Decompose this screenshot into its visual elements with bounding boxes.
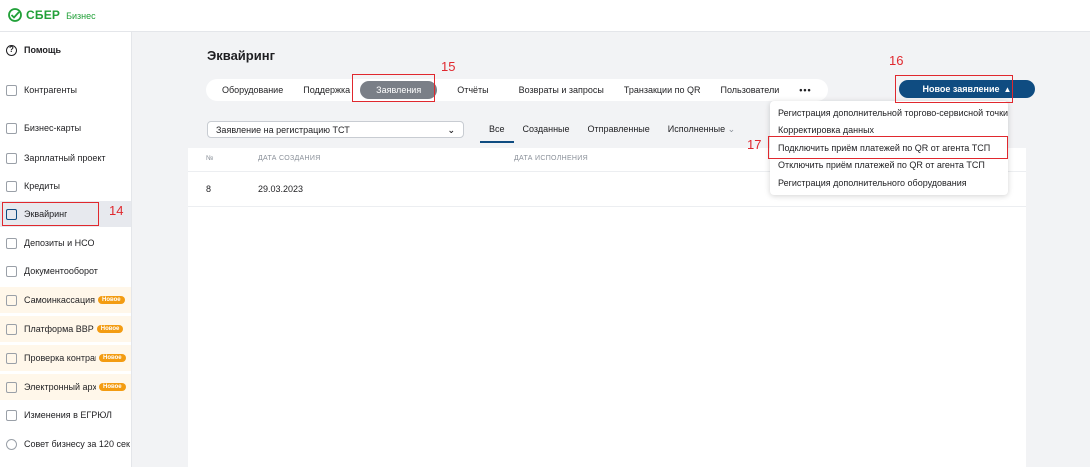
sidebar-item-archive[interactable]: Электронный архи Новое	[0, 374, 131, 400]
brand-name: СБЕР	[26, 8, 61, 22]
filter-all[interactable]: Все	[480, 124, 514, 143]
tab-equipment[interactable]: Оборудование	[212, 81, 293, 99]
sidebar-item-credits[interactable]: Кредиты	[0, 173, 131, 199]
annotation-box-acquiring	[2, 202, 99, 226]
page-title: Эквайринг	[207, 48, 275, 63]
platform-icon	[6, 323, 17, 335]
tab-users[interactable]: Пользователи	[711, 81, 790, 99]
sidebar-item-label: Кредиты	[24, 181, 60, 191]
sidebar-item-label: Бизнес-карты	[24, 123, 82, 133]
sidebar-item-advice[interactable]: Совет бизнесу за 120 сек	[0, 431, 131, 457]
sidebar-item-self-collection[interactable]: Самоинкассация Новое	[0, 287, 131, 313]
column-header-number: №	[206, 155, 214, 162]
menu-item-correct-data[interactable]: Корректировка данных	[778, 125, 874, 135]
application-type-select[interactable]: Заявление на регистрацию ТСТ ⌄	[207, 121, 464, 138]
tab-support[interactable]: Поддержка	[293, 81, 360, 99]
applications-table: № ДАТА СОЗДАНИЯ ДАТА ИСПОЛНЕНИЯ 8 29.03.…	[188, 148, 1026, 467]
registry-icon	[6, 409, 17, 421]
new-badge: Новое	[98, 296, 125, 304]
sidebar-item-business-cards[interactable]: Бизнес-карты	[0, 115, 131, 141]
tab-qr-transactions[interactable]: Транзакции по QR	[614, 81, 711, 99]
sidebar-item-label: Совет бизнесу за 120 сек	[24, 439, 130, 449]
sidebar-item-platform[interactable]: Платформа ВВР Новое	[0, 316, 131, 342]
tab-reports[interactable]: Отчёты	[437, 81, 498, 99]
row-created-date: 29.03.2023	[258, 184, 304, 194]
new-badge: Новое	[96, 325, 124, 333]
salary-icon	[6, 152, 17, 164]
filter-sent[interactable]: Отправленные	[579, 124, 659, 143]
contacts-icon	[6, 84, 17, 96]
sidebar-item-label: Проверка контраг	[24, 353, 96, 363]
sidebar-item-documents[interactable]: Документооборот	[0, 258, 131, 284]
help-circle-icon	[6, 44, 17, 56]
cloud-icon	[6, 381, 17, 393]
brand-sub: Бизнес	[66, 11, 96, 21]
deposit-icon	[6, 237, 17, 249]
section-tabs: Оборудование Поддержка Заявления Отчёты …	[206, 79, 828, 101]
sidebar-item-label: Контрагенты	[24, 85, 78, 95]
sidebar-item-label: Зарплатный проект	[24, 153, 106, 163]
filter-completed-label: Исполненные	[667, 124, 726, 134]
sidebar-item-label: Документооборот	[24, 266, 98, 276]
sidebar-item-label: Депозиты и НСО	[24, 238, 95, 248]
sidebar-item-salary[interactable]: Зарплатный проект	[0, 145, 131, 171]
sidebar-item-deposits[interactable]: Депозиты и НСО	[0, 230, 131, 256]
brand-logo[interactable]: СБЕР Бизнес	[8, 8, 96, 22]
chevron-down-icon: ⌄	[447, 125, 455, 135]
more-tabs-button[interactable]: •••	[789, 81, 821, 99]
menu-item-register-equipment[interactable]: Регистрация дополнительного оборудования	[778, 178, 967, 188]
column-header-completed: ДАТА ИСПОЛНЕНИЯ	[514, 155, 588, 162]
column-header-created: ДАТА СОЗДАНИЯ	[258, 155, 321, 162]
document-icon	[6, 265, 17, 277]
new-badge: Новое	[99, 383, 126, 391]
sidebar-item-label: Изменения в ЕГРЮЛ	[24, 410, 112, 420]
card-icon	[6, 122, 17, 134]
filter-completed[interactable]: Исполненные ⌄	[659, 124, 744, 143]
tab-returns[interactable]: Возвраты и запросы	[499, 81, 614, 99]
check-icon	[6, 352, 17, 364]
sidebar-item-counterparties[interactable]: Контрагенты	[0, 77, 131, 103]
cash-icon	[6, 294, 17, 306]
menu-item-disable-qr[interactable]: Отключить приём платежей по QR от агента…	[778, 160, 985, 170]
clock-icon	[6, 438, 17, 450]
sidebar: Помощь Контрагенты Бизнес-карты Зарплатн…	[0, 32, 132, 467]
sidebar-item-help[interactable]: Помощь	[0, 37, 131, 63]
top-bar: СБЕР Бизнес	[0, 0, 1090, 32]
row-number: 8	[206, 184, 212, 194]
status-filters: Все Созданные Отправленные Исполненные ⌄	[480, 124, 744, 143]
sber-logo-icon	[8, 8, 22, 22]
chevron-down-icon: ⌄	[727, 124, 736, 134]
sidebar-item-label: Помощь	[24, 45, 62, 55]
annotation-box-new-button	[895, 75, 1013, 103]
annotation-box-applications-tab	[352, 74, 435, 102]
sidebar-item-label: Электронный архи	[24, 382, 96, 392]
annotation-number-16: 16	[889, 53, 904, 68]
application-type-value: Заявление на регистрацию ТСТ	[216, 124, 350, 135]
sidebar-item-check[interactable]: Проверка контраг Новое	[0, 345, 131, 371]
annotation-box-enable-qr	[768, 136, 1008, 159]
annotation-number-14: 14	[109, 203, 124, 218]
annotation-number-15: 15	[441, 59, 456, 74]
sidebar-item-label: Платформа ВВР	[24, 324, 94, 334]
menu-item-register-point[interactable]: Регистрация дополнительной торгово-серви…	[778, 108, 1008, 118]
annotation-number-17: 17	[747, 137, 762, 152]
sidebar-item-egrul[interactable]: Изменения в ЕГРЮЛ	[0, 402, 131, 428]
credit-icon	[6, 180, 17, 192]
sidebar-item-label: Самоинкассация	[24, 295, 95, 305]
filter-created[interactable]: Созданные	[514, 124, 579, 143]
new-badge: Новое	[99, 354, 126, 362]
